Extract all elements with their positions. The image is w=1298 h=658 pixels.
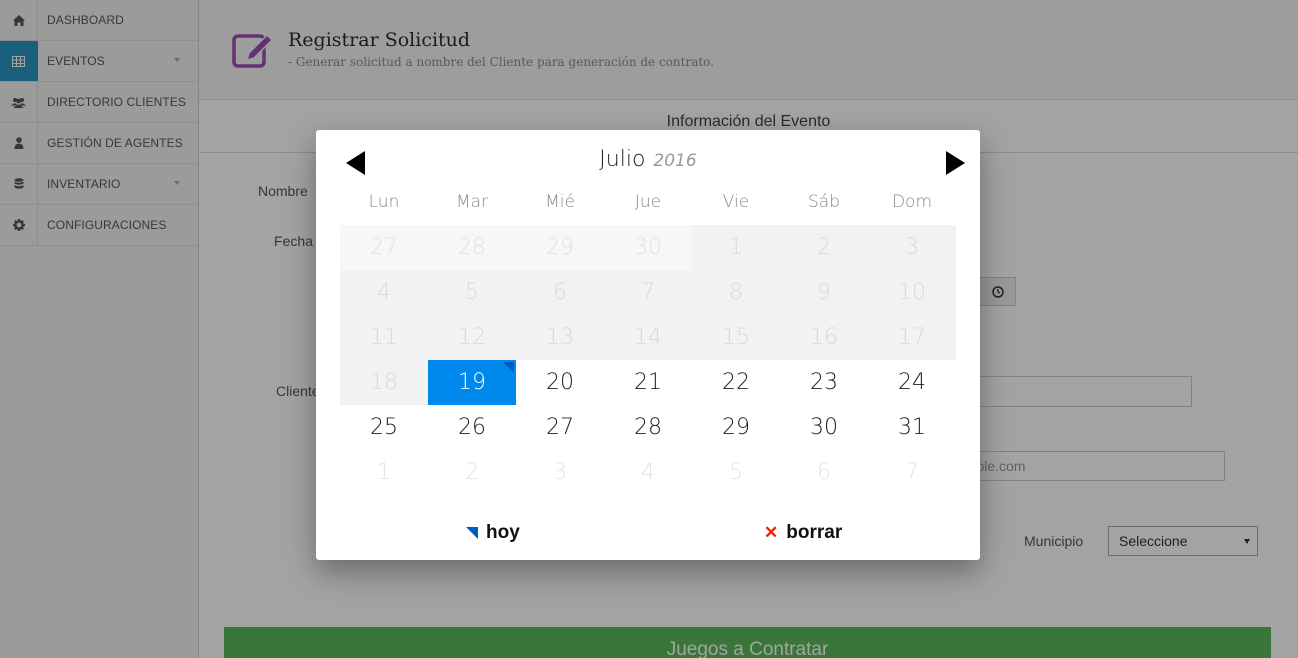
calendar-day: 10 [868,270,956,315]
calendar-day: 17 [868,315,956,360]
calendar-day[interactable]: 31 [868,405,956,450]
calendar-day[interactable]: 30 [780,405,868,450]
calendar-day: 3 [868,225,956,270]
calendar-day-selected[interactable]: 19 [428,360,516,405]
calendar-day[interactable]: 3 [516,450,604,495]
weekday-label: Sáb [808,192,840,212]
calendar-day: 30 [604,225,692,270]
datepicker-footer: hoy ✕ borrar [316,522,980,552]
calendar-day: 7 [604,270,692,315]
calendar-day: 28 [428,225,516,270]
calendar-day: 5 [428,270,516,315]
calendar-day: 11 [340,315,428,360]
calendar-day[interactable]: 23 [780,360,868,405]
today-marker-icon [466,527,478,539]
weekday-label: Dom [891,192,933,212]
calendar-day: 13 [516,315,604,360]
calendar-day: 27 [340,225,428,270]
calendar-day[interactable]: 5 [692,450,780,495]
calendar-day: 29 [516,225,604,270]
calendar-day: 9 [780,270,868,315]
calendar-grid: 27 28 29 30 1 2 3 4 5 6 7 8 9 10 11 12 1… [340,225,956,495]
calendar-day: 18 [340,360,428,405]
calendar-day: 1 [692,225,780,270]
weekday-header: Lun Mar Mié Jue Vie Sáb Dom [340,192,956,212]
calendar-day: 12 [428,315,516,360]
calendar-day[interactable]: 28 [604,405,692,450]
calendar-day[interactable]: 1 [340,450,428,495]
calendar-day: 8 [692,270,780,315]
next-month-button[interactable] [946,151,965,175]
calendar-day: 4 [340,270,428,315]
calendar-day[interactable]: 22 [692,360,780,405]
weekday-label: Jue [634,192,662,212]
calendar-day: 15 [692,315,780,360]
datepicker: Julio 2016 Lun Mar Mié Jue Vie Sáb Dom 27… [316,130,980,560]
weekday-label: Vie [722,192,750,212]
calendar-day: 16 [780,315,868,360]
year-label: 2016 [653,151,697,171]
calendar-day[interactable]: 20 [516,360,604,405]
weekday-label: Mar [455,192,489,212]
weekday-label: Lun [368,192,400,212]
calendar-day[interactable]: 7 [868,450,956,495]
clear-label: borrar [786,522,843,543]
today-label: hoy [486,522,520,543]
clear-button[interactable]: ✕ borrar [764,522,842,544]
calendar-day: 6 [516,270,604,315]
calendar-day: 2 [780,225,868,270]
calendar-day: 14 [604,315,692,360]
calendar-day[interactable]: 21 [604,360,692,405]
close-icon: ✕ [764,523,779,542]
calendar-day[interactable]: 4 [604,450,692,495]
month-label: Julio [599,147,646,172]
calendar-day[interactable]: 6 [780,450,868,495]
calendar-day[interactable]: 24 [868,360,956,405]
calendar-day[interactable]: 26 [428,405,516,450]
calendar-day[interactable]: 29 [692,405,780,450]
month-year-header: Julio 2016 [316,147,980,172]
calendar-day[interactable]: 2 [428,450,516,495]
today-button[interactable]: hoy [466,522,520,544]
weekday-label: Mié [545,192,575,212]
calendar-day[interactable]: 27 [516,405,604,450]
calendar-day[interactable]: 25 [340,405,428,450]
